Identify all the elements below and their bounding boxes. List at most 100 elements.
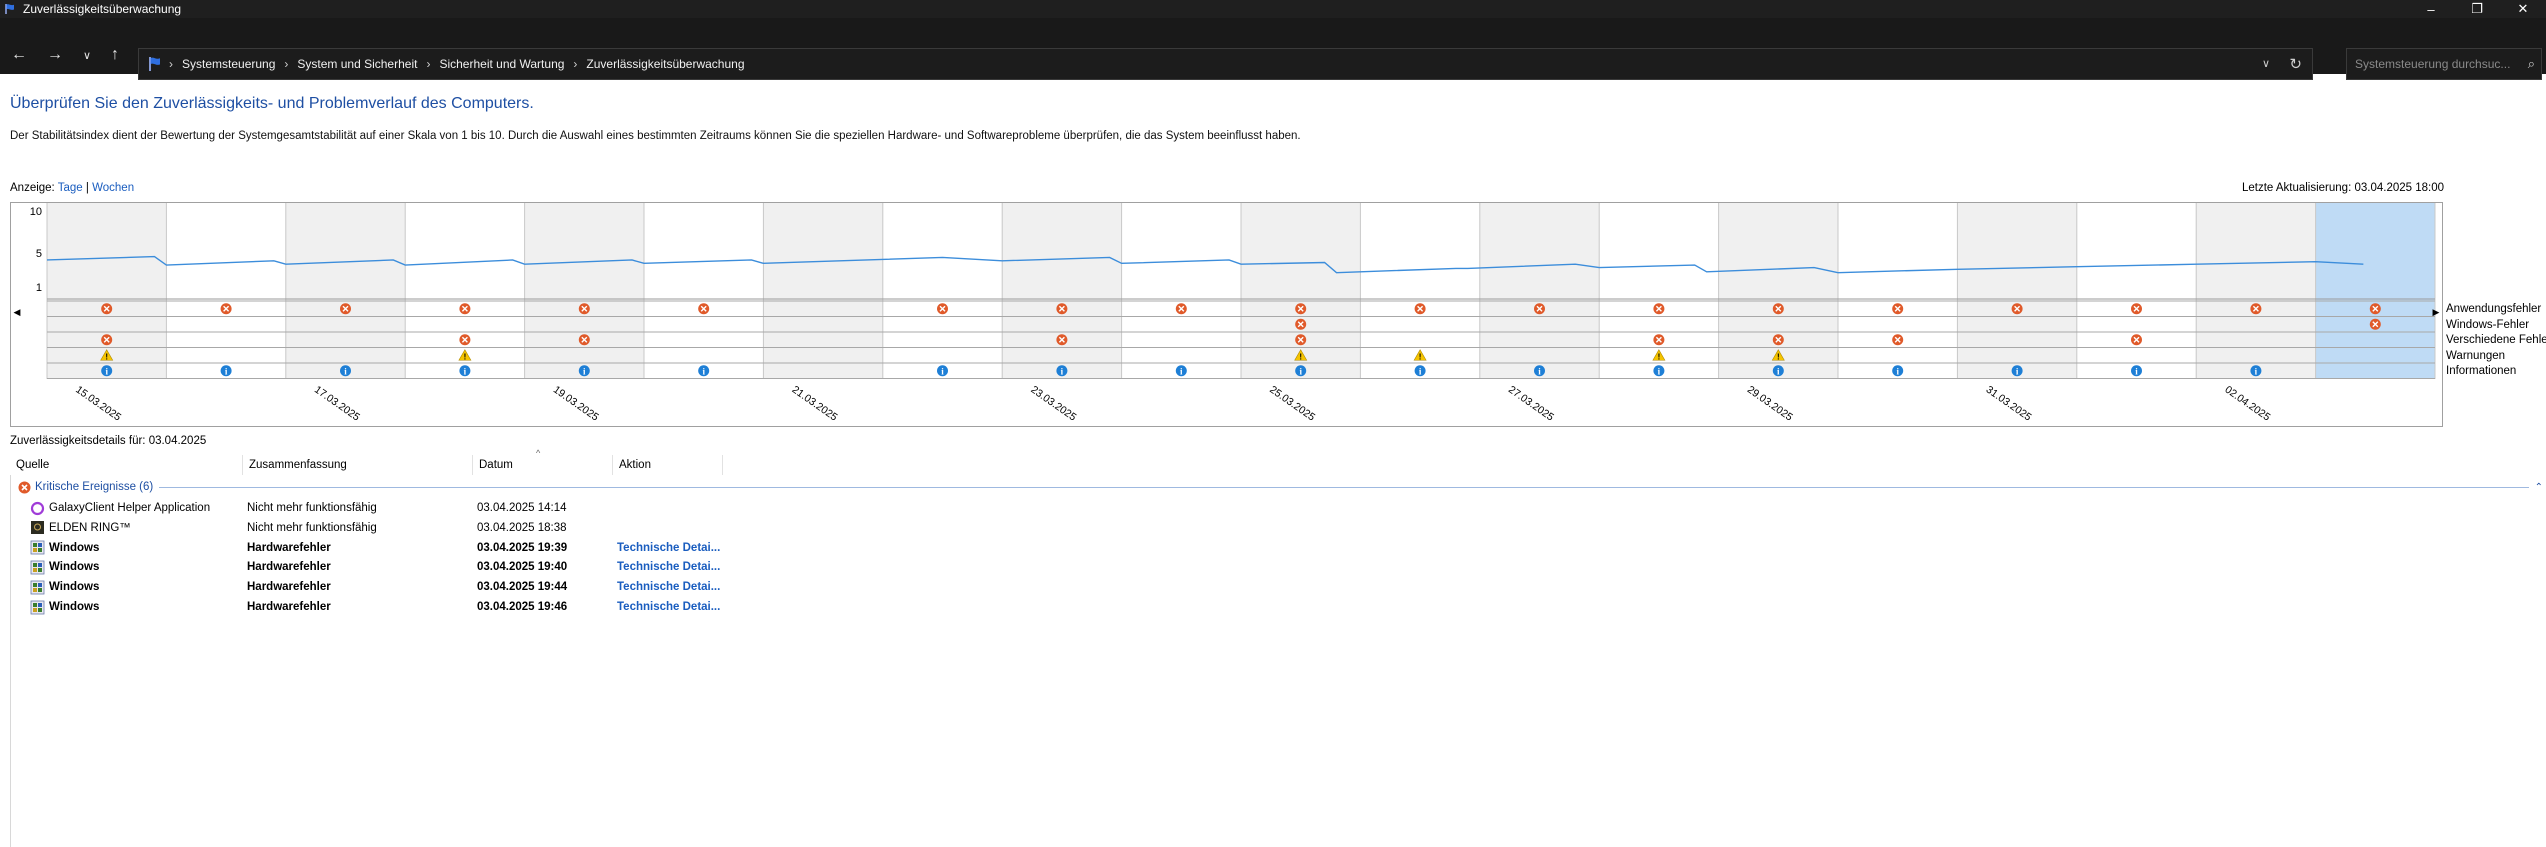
row-label-app-errors: Anwendungsfehler	[2446, 303, 2542, 315]
navigation-bar: ← → ∨ ↑ › Systemsteuerung › System und S…	[0, 18, 2546, 80]
breadcrumb-item[interactable]: Sicherheit und Wartung	[439, 57, 564, 71]
column-summary[interactable]: Zusammenfassung	[243, 455, 473, 475]
page-title: Überprüfen Sie den Zuverlässigkeits- und…	[10, 95, 534, 112]
reliability-chart-svg[interactable]: 1051!!!!! !i i i i i i i i i i i i i i i i i i◀ ▶15.03.2025…	[11, 203, 2444, 428]
view-days-link[interactable]: Tage	[58, 182, 83, 194]
last-update: Letzte Aktualisierung: 03.04.2025 18:00	[2241, 182, 2444, 194]
event-row[interactable]: Windows Hardwarefehler 03.04.2025 19:44 Tec…	[30, 578, 737, 596]
scroll-right-icon[interactable]: ▶	[2433, 307, 2440, 317]
view-selector: Anzeige: Tage | Wochen	[10, 182, 134, 194]
address-dropdown-icon[interactable]: ∨	[2262, 57, 2270, 70]
windows-icon	[30, 600, 45, 615]
event-date: 03.04.2025 19:44	[477, 581, 568, 594]
minimize-button[interactable]: –	[2408, 0, 2454, 18]
day-column	[524, 203, 644, 379]
event-row[interactable]: Windows Hardwarefehler 03.04.2025 19:40 Tec…	[30, 558, 737, 576]
list-border	[10, 475, 11, 847]
warning-mark: !	[1419, 352, 1422, 361]
column-date[interactable]: Datum ^	[473, 448, 613, 475]
date-label: 19.03.2025	[551, 384, 601, 424]
up-icon[interactable]: ↑	[104, 44, 126, 66]
event-source-label: Windows	[49, 541, 100, 554]
breadcrumb-item[interactable]: Systemsteuerung	[182, 57, 275, 71]
date-label: 02.04.2025	[2222, 384, 2272, 424]
event-source: Windows	[30, 560, 247, 575]
refresh-icon[interactable]: ↻	[2289, 55, 2302, 73]
group-critical-events[interactable]: Kritische Ereignisse (6) ⌃	[18, 479, 2543, 495]
event-date: 03.04.2025 18:38	[477, 521, 567, 534]
chart-row-labels: Anwendungsfehler Windows-Fehler Verschie…	[2446, 302, 2546, 380]
reliability-chart[interactable]: 10 5 1!!!!!! i i i i i i i i i i i i i i i i i i ◀ ▶ 15.03.2025…	[10, 202, 2443, 427]
windows-icon	[30, 580, 45, 595]
collapse-icon[interactable]: ⌃	[2535, 482, 2543, 493]
event-source-label: ELDEN RING™	[49, 521, 131, 534]
event-source: ELDEN RING™	[30, 520, 247, 535]
event-summary: Hardwarefehler	[247, 561, 331, 574]
technical-details-link[interactable]: Technische Detai...	[617, 561, 737, 573]
breadcrumb-separator: ›	[284, 57, 289, 71]
forward-icon[interactable]: →	[44, 44, 66, 66]
event-source-label: Windows	[49, 601, 100, 613]
technical-details-link[interactable]: Technische Detai...	[617, 601, 737, 613]
breadcrumb-item[interactable]: System und Sicherheit	[297, 57, 417, 71]
event-date: 03.04.2025 19:39	[477, 541, 568, 554]
maximize-button[interactable]: ❐	[2454, 0, 2500, 18]
day-column	[644, 203, 764, 379]
event-summary: Hardwarefehler	[247, 601, 331, 613]
breadcrumb[interactable]: › Systemsteuerung › System und Sicherhei…	[138, 48, 2313, 80]
sort-arrow-icon: ^	[536, 448, 541, 458]
warning-mark: !	[1777, 352, 1780, 361]
event-row[interactable]: Windows Hardwarefehler 03.04.2025 19:46 Tec…	[30, 598, 737, 616]
warning-mark: !	[464, 352, 467, 361]
back-icon[interactable]: ←	[8, 44, 30, 66]
event-summary: Nicht mehr funktionsfähig	[247, 521, 377, 534]
day-column	[1002, 203, 1122, 379]
event-date: 03.04.2025 19:46	[477, 601, 568, 613]
day-column	[1957, 203, 2077, 379]
event-source-label: Windows	[49, 561, 100, 574]
date-label: 23.03.2025	[1028, 384, 1078, 424]
row-label-misc-errors: Verschiedene Fehle	[2446, 334, 2546, 346]
technical-details-link[interactable]: Technische Detai...	[617, 542, 737, 554]
breadcrumb-item[interactable]: Zuverlässigkeitsüberwachung	[586, 57, 744, 71]
date-label: 29.03.2025	[1745, 384, 1795, 424]
day-column	[1838, 203, 1958, 379]
day-column	[1121, 203, 1241, 379]
event-source: Windows	[30, 600, 247, 615]
breadcrumb-separator: ›	[426, 57, 431, 71]
row-label-information: Informationen	[2446, 365, 2517, 377]
y-tick-label: 10	[30, 206, 42, 218]
warning-mark: !	[1299, 352, 1302, 361]
view-weeks-link[interactable]: Wochen	[92, 182, 134, 194]
day-column	[2076, 203, 2197, 379]
column-action[interactable]: Aktion	[613, 455, 723, 475]
event-row[interactable]: GalaxyClient Helper Application Nicht meh…	[30, 499, 737, 517]
date-label: 17.03.2025	[312, 384, 362, 424]
row-label-windows-errors: Windows-Fehler	[2446, 318, 2530, 331]
event-source: Windows	[30, 540, 247, 555]
y-tick-label: 5	[36, 248, 42, 260]
date-label: 31.03.2025	[1984, 384, 2034, 424]
close-button[interactable]: ✕	[2500, 0, 2546, 18]
search-input[interactable]: Systemsteuerung durchsuc... ⌕	[2346, 48, 2542, 80]
column-source[interactable]: Quelle	[10, 455, 243, 475]
elden-ring-icon	[30, 520, 45, 535]
page-description: Der Stabilitätsindex dient der Bewertung…	[10, 130, 1301, 142]
event-source: GalaxyClient Helper Application	[30, 501, 247, 516]
day-column	[285, 203, 406, 379]
date-label: 27.03.2025	[1506, 384, 1556, 424]
breadcrumb-separator: ›	[573, 57, 578, 71]
day-column	[2196, 203, 2316, 379]
scroll-left-icon[interactable]: ◀	[14, 307, 21, 317]
event-summary: Nicht mehr funktionsfähig	[247, 502, 377, 514]
event-row[interactable]: ELDEN RING™ Nicht mehr funktionsfähig 03.0…	[30, 519, 737, 537]
recent-pages-icon[interactable]: ∨	[76, 44, 98, 66]
critical-error-icon	[18, 481, 31, 493]
technical-details-link[interactable]: Technische Detai...	[617, 581, 737, 593]
details-title: Zuverlässigkeitsdetails für: 03.04.2025	[10, 435, 207, 447]
event-row[interactable]: Windows Hardwarefehler 03.04.2025 19:39 Tec…	[30, 539, 737, 557]
y-tick-label: 1	[36, 282, 42, 294]
warning-mark: !	[1658, 352, 1661, 361]
day-column	[763, 203, 883, 379]
search-icon[interactable]: ⌕	[2528, 56, 2535, 72]
